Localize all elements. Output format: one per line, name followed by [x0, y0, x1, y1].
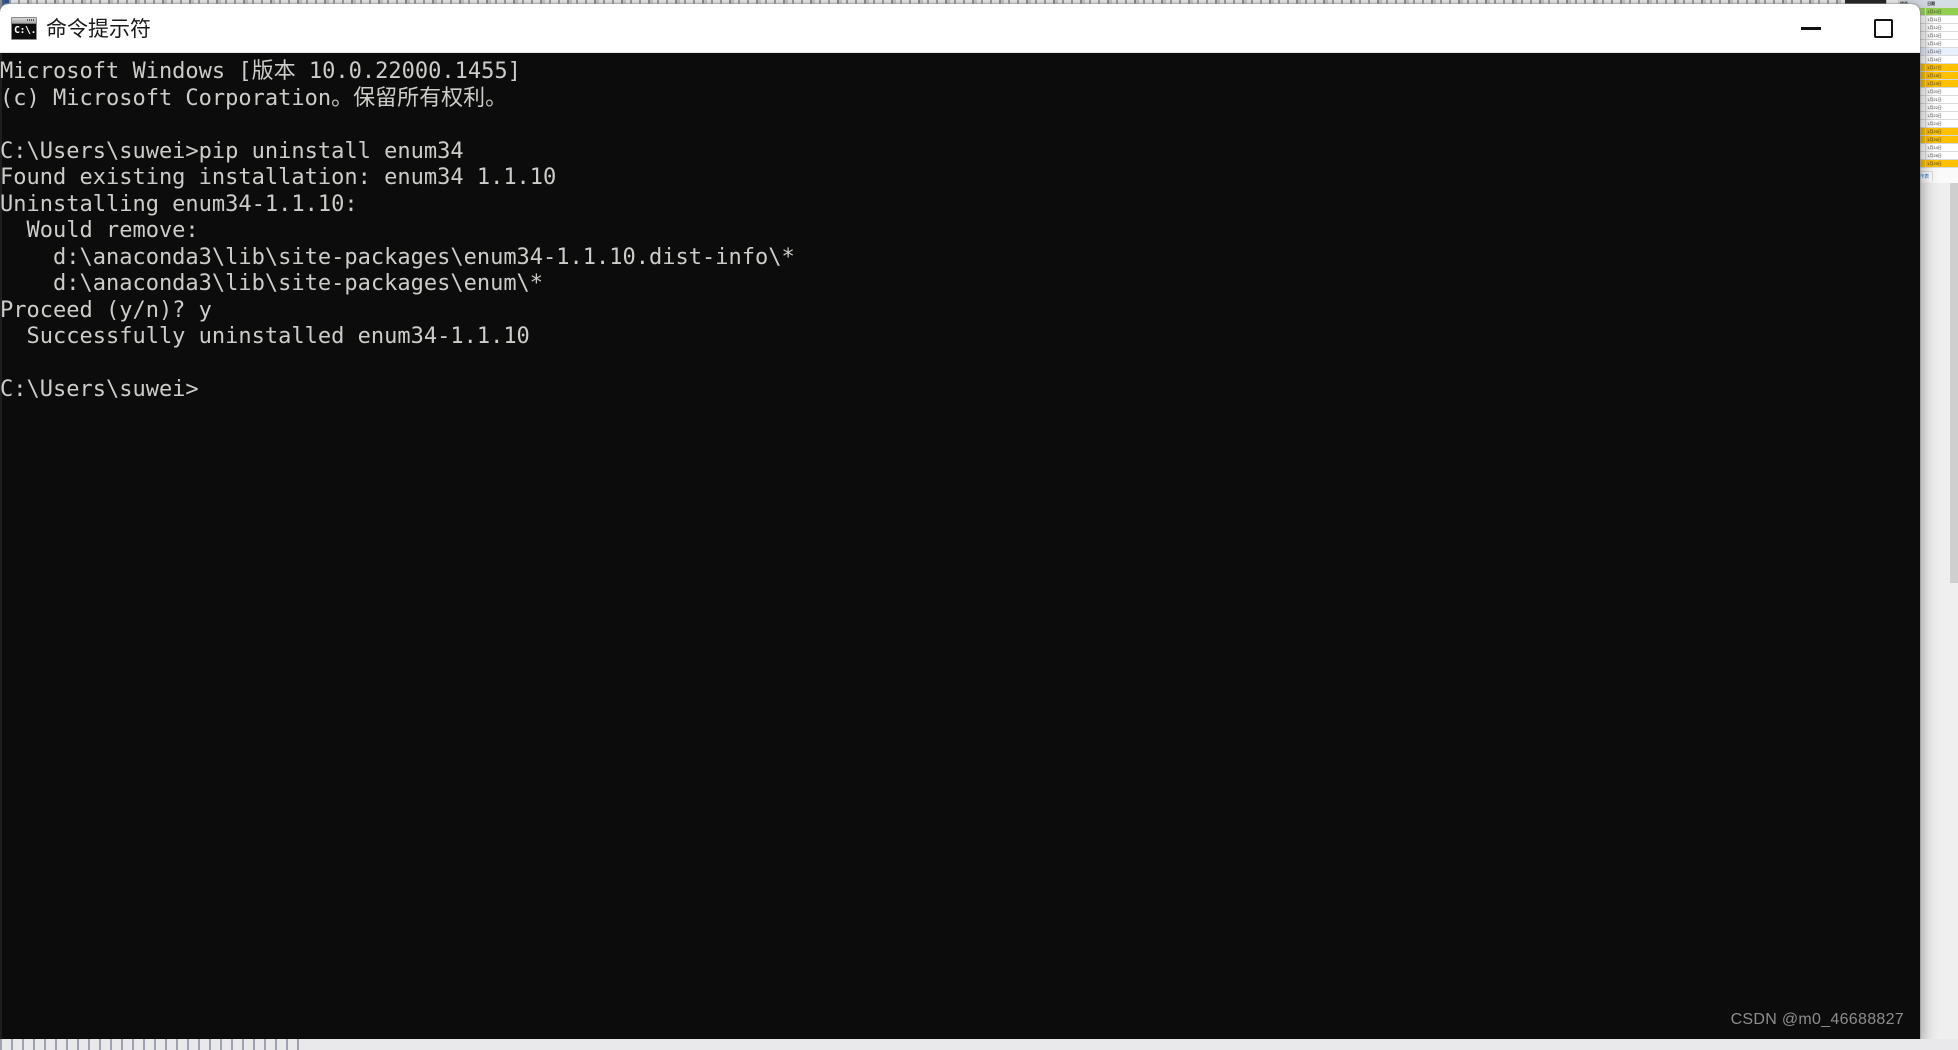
maximize-button[interactable]	[1847, 5, 1920, 52]
window-title: 命令提示符	[46, 18, 151, 41]
bottom-sliver-texture	[0, 1039, 300, 1050]
minimize-button[interactable]	[1774, 5, 1847, 52]
desktop-right-strip	[1920, 183, 1958, 1050]
minimize-icon	[1800, 26, 1821, 30]
window-titlebar[interactable]: C:\. 命令提示符	[0, 4, 1920, 53]
cmd-console-icon: C:\.	[11, 16, 37, 40]
background-window-bottom-sliver	[0, 1039, 1958, 1050]
maximize-icon	[1874, 18, 1893, 38]
console-output-area[interactable]: Microsoft Windows [版本 10.0.22000.1455] (…	[0, 53, 1920, 1046]
command-prompt-window[interactable]: C:\. 命令提示符 Microsoft Windows [版本 10.0.22…	[0, 4, 1920, 1046]
csdn-watermark: CSDN @m0_46688827	[1730, 1011, 1904, 1028]
cmd-icon-prompt-glyph: C:\.	[14, 24, 37, 36]
console-text: Microsoft Windows [版本 10.0.22000.1455] (…	[0, 59, 795, 402]
desktop-background: 状态日期未完成1月10日未完成1月11日已完成1月12日未完成1月13日未完成1…	[0, 0, 1958, 1050]
background-scrollbar-thumb[interactable]	[1950, 183, 1958, 583]
console-cursor	[194, 509, 205, 533]
